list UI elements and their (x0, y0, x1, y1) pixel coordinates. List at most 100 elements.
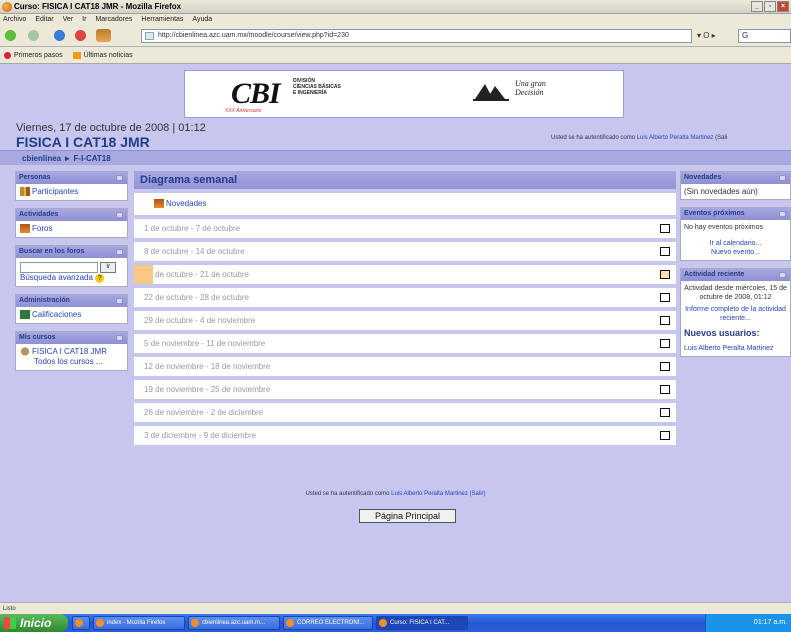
uam-motto: Una gran Decisión (515, 79, 546, 97)
block-administracion: Administración Calificaciones (15, 294, 128, 324)
menu-editar[interactable]: Editar (35, 14, 53, 25)
start-button[interactable]: Inicio (0, 614, 68, 632)
quick-launch[interactable] (72, 616, 90, 630)
home-page-button[interactable]: Página Principal (359, 509, 456, 523)
course-link[interactable]: FISICA I CAT18 JMR (32, 347, 107, 356)
show-only-week-icon[interactable] (660, 339, 670, 348)
show-only-week-icon[interactable] (660, 247, 670, 256)
rss-icon (72, 51, 81, 59)
bookmark-primeros-pasos[interactable]: Primeros pasos (4, 47, 63, 64)
week-section: 3 de diciembre - 9 de diciembre (134, 426, 676, 445)
grades-icon (20, 310, 30, 320)
block-actividad-reciente: Actividad reciente Actividad desde miérc… (680, 268, 791, 357)
full-report-link[interactable]: Informe completo de la actividad recient… (681, 305, 790, 326)
outline-title: Diagrama semanal (134, 171, 676, 189)
all-courses-link[interactable]: Todos los cursos ... (20, 357, 102, 366)
collapse-icon[interactable] (779, 175, 786, 181)
taskbar-item-curso[interactable]: Curso: FISICA I CAT... (376, 616, 468, 630)
help-icon[interactable]: ? (95, 274, 105, 283)
foros-link[interactable]: Foros (32, 224, 52, 233)
reload-icon[interactable] (52, 29, 67, 42)
firefox-icon (96, 619, 104, 627)
calificaciones-link[interactable]: Calificaciones (32, 310, 81, 319)
maximize-button[interactable]: ▫ (764, 1, 776, 12)
week-section: 8 de octubre - 14 de octubre (134, 242, 676, 261)
uam-logo (473, 84, 509, 101)
forum-search-input[interactable] (20, 262, 98, 273)
back-icon[interactable] (3, 29, 18, 42)
forward-icon[interactable] (26, 29, 41, 42)
block-buscar: Buscar en los foros Ir Búsqueda avanzada… (15, 245, 128, 287)
block-actividades: Actividades Foros (15, 208, 128, 238)
footer-login-info: Usted se ha autentificado como Luis Albe… (305, 491, 486, 497)
participants-icon (20, 187, 30, 197)
recent-activity-since: Actividad desde miércoles, 15 de octubre… (684, 285, 787, 301)
firefox-icon (2, 2, 12, 12)
forum-search-go-button[interactable]: Ir (100, 262, 117, 273)
forum-icon (20, 224, 30, 234)
show-only-week-icon[interactable] (660, 408, 670, 417)
menu-bar: Archivo Editar Ver Ir Marcadores Herrami… (0, 14, 791, 25)
login-info: Usted se ha autentificado como Luis Albe… (551, 135, 728, 141)
window-titlebar: Curso: FISICA I CAT18 JMR - Mozilla Fire… (0, 0, 791, 14)
show-only-week-icon[interactable] (660, 316, 670, 325)
novedades-link[interactable]: Novedades (166, 199, 206, 208)
calendar-link[interactable]: Ir al calendario... (710, 240, 762, 247)
current-week-marker (134, 265, 153, 284)
menu-ir[interactable]: Ir (82, 14, 86, 25)
show-only-week-icon[interactable] (660, 362, 670, 371)
collapse-icon[interactable] (116, 249, 123, 255)
week-section: 5 de noviembre - 11 de noviembre (134, 334, 676, 353)
collapse-icon[interactable] (116, 212, 123, 218)
clock: 01:17 a.m. (753, 619, 787, 626)
week-section: 12 de noviembre - 18 de noviembre (134, 357, 676, 376)
minimize-button[interactable]: _ (751, 1, 763, 12)
close-button[interactable]: × (777, 1, 789, 12)
breadcrumb-home[interactable]: cbienlinea (22, 154, 61, 163)
menu-marcadores[interactable]: Marcadores (95, 14, 132, 25)
menu-herramientas[interactable]: Herramientas (141, 14, 183, 25)
forum-icon (154, 199, 164, 209)
cbi-tagline: XXX Aniversario (225, 108, 262, 114)
week-section: 19 de noviembre - 25 de noviembre (134, 380, 676, 399)
course-icon (20, 347, 30, 357)
bookmark-ultimas-noticias[interactable]: Últimas noticias (72, 47, 133, 64)
show-only-week-icon[interactable] (660, 385, 670, 394)
show-only-week-icon[interactable] (660, 224, 670, 233)
collapse-icon[interactable] (779, 211, 786, 217)
week-section: 29 de octubre - 4 de noviembre (134, 311, 676, 330)
advanced-search-link[interactable]: Búsqueda avanzada (20, 273, 93, 282)
date-text: Viernes, 17 de octubre de 2008 | 01:12 (16, 122, 206, 134)
footer-user-link[interactable]: Luis Alberto Peralta Martinez (391, 491, 468, 497)
new-user-link[interactable]: Luis Alberto Peralta Martinez (681, 341, 790, 356)
new-users-heading: Nuevos usuarios: (684, 328, 760, 338)
url-bar[interactable]: http://cbienlinea.azc.uam.mx/moodle/cour… (141, 29, 692, 43)
menu-archivo[interactable]: Archivo (3, 14, 26, 25)
collapse-icon[interactable] (779, 272, 786, 278)
taskbar-item-cbienlinea[interactable]: cbienlinea.azc.uam.m... (188, 616, 280, 630)
quick-launch-icon (75, 619, 83, 627)
right-column: Novedades (Sin novedades aún) Eventos pr… (680, 171, 791, 364)
show-only-week-icon[interactable] (660, 270, 670, 279)
stop-icon[interactable] (73, 29, 88, 42)
show-only-week-icon[interactable] (660, 293, 670, 302)
menu-ayuda[interactable]: Ayuda (192, 14, 212, 25)
breadcrumb-course: F-I-CAT18 (73, 154, 111, 163)
taskbar-item-correo[interactable]: CORREO ELECTRONI... (283, 616, 373, 630)
participantes-link[interactable]: Participantes (32, 187, 78, 196)
go-button[interactable]: ▾ O ▸ (697, 29, 737, 43)
search-input[interactable]: G (738, 29, 791, 43)
menu-ver[interactable]: Ver (63, 14, 74, 25)
collapse-icon[interactable] (116, 175, 123, 181)
taskbar-item-index[interactable]: index - Mozilla Firefox (93, 616, 185, 630)
home-icon[interactable] (96, 29, 111, 42)
collapse-icon[interactable] (116, 335, 123, 341)
collapse-icon[interactable] (116, 298, 123, 304)
firefox-icon (191, 619, 199, 627)
cbi-logo: CBI (231, 77, 281, 110)
logout-link[interactable]: (Salir) (468, 491, 486, 497)
user-link[interactable]: Luis Alberto Peralta Martinez (637, 135, 714, 141)
new-event-link[interactable]: Nuevo evento... (711, 249, 760, 256)
news-section: Novedades (134, 193, 676, 215)
show-only-week-icon[interactable] (660, 431, 670, 440)
